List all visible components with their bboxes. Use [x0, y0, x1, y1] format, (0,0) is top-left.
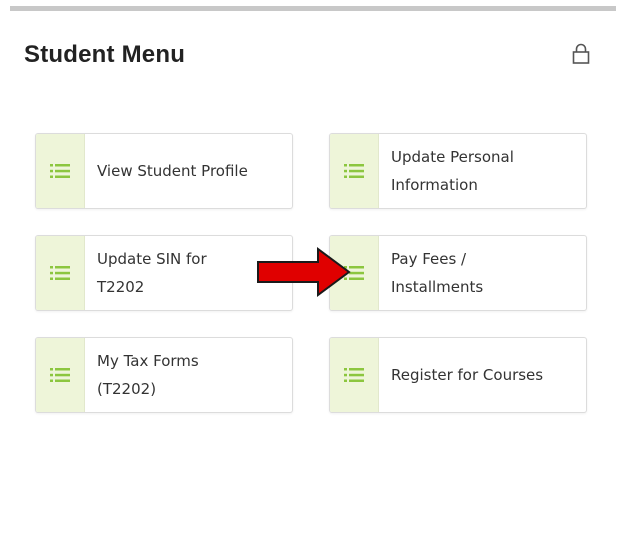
top-divider [10, 6, 616, 11]
tile-update-sin[interactable]: Update SIN for T2202 [35, 235, 293, 311]
page-title: Student Menu [24, 41, 186, 68]
list-icon [36, 236, 85, 310]
list-icon [36, 338, 85, 412]
tile-pay-fees[interactable]: Pay Fees / Installments [329, 235, 587, 311]
tile-label: Register for Courses [391, 366, 544, 384]
list-icon [330, 338, 379, 412]
tile-label: View Student Profile [97, 162, 248, 180]
tile-view-student-profile[interactable]: View Student Profile [35, 133, 293, 209]
lock-icon[interactable] [569, 42, 593, 66]
tile-update-personal-information[interactable]: Update Personal Information [329, 133, 587, 209]
tile-register-for-courses[interactable]: Register for Courses [329, 337, 587, 413]
tile-label: My Tax Forms (T2202) [97, 352, 199, 398]
tile-label: Pay Fees / Installments [391, 250, 484, 296]
tile-label: Update SIN for T2202 [97, 250, 207, 296]
annotation-arrow [257, 247, 351, 297]
tile-my-tax-forms[interactable]: My Tax Forms (T2202) [35, 337, 293, 413]
list-icon [330, 134, 379, 208]
tile-label: Update Personal Information [391, 148, 514, 194]
list-icon [36, 134, 85, 208]
